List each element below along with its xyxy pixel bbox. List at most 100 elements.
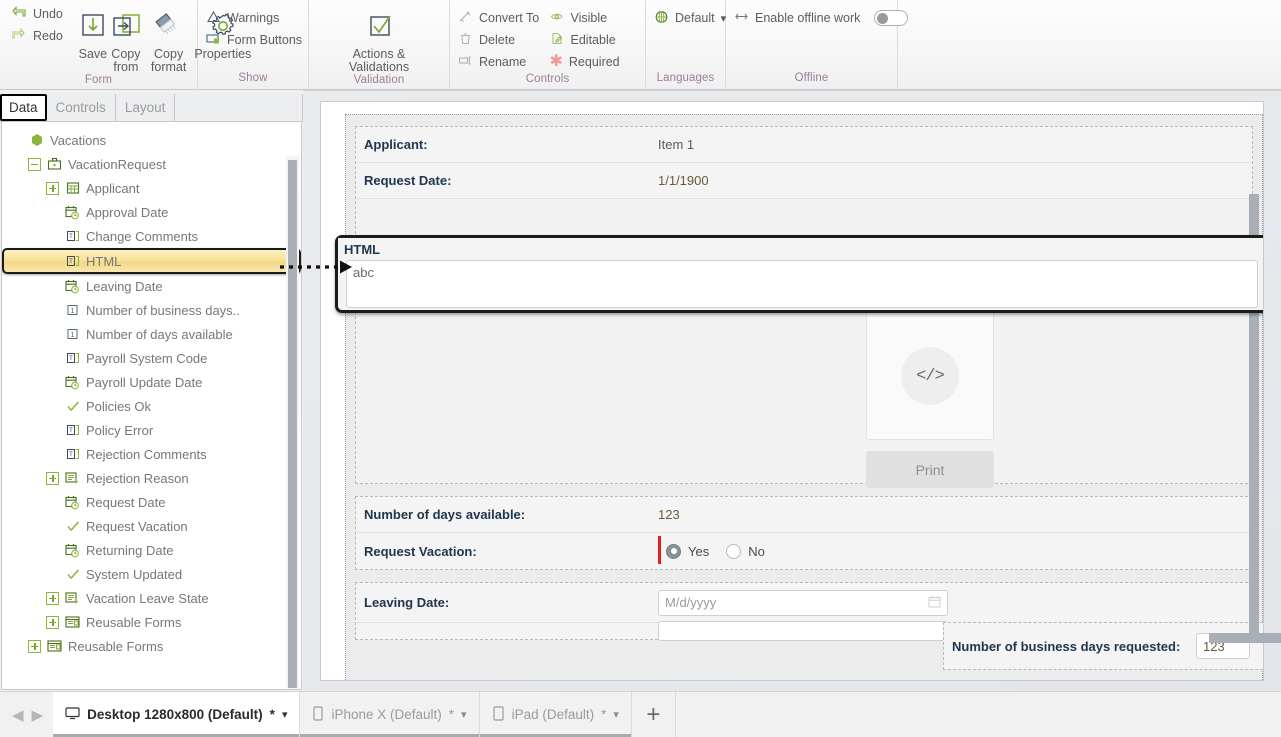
expand-icon[interactable] <box>46 181 59 195</box>
tree-item-label: Policies Ok <box>86 398 152 414</box>
calendar-icon[interactable] <box>928 595 941 611</box>
tab-controls[interactable]: Controls <box>47 94 116 121</box>
business-case-icon <box>46 156 63 172</box>
form-buttons-button[interactable]: Form Buttons <box>204 29 308 51</box>
tree-item-label: Reusable Forms <box>86 614 182 630</box>
enable-offline-work-label: Enable offline work <box>755 11 861 25</box>
radio-no[interactable] <box>726 543 742 559</box>
ribbon-group-show: Warnings Form Buttons Show <box>198 0 309 89</box>
expand-icon[interactable] <box>46 591 59 605</box>
actions-validations-button[interactable]: Actions & Validations <box>315 3 443 74</box>
canvas-hscroll-thumb[interactable] <box>1209 633 1281 643</box>
tree-item-policy-error[interactable]: T Policy Error <box>2 418 301 442</box>
tree-item-applicant[interactable]: Applicant <box>2 176 301 200</box>
copy-format-label: Copy format <box>150 47 187 74</box>
device-tab-ipad[interactable]: iPad (Default) * ▾ <box>478 692 632 737</box>
ribbon-group-show-title: Show <box>238 72 268 84</box>
ribbon-group-filler <box>898 0 1281 89</box>
copy-format-button[interactable]: Copy format <box>143 3 194 74</box>
applicant-value[interactable]: Item 1 <box>658 137 694 152</box>
datetime-icon <box>64 278 81 294</box>
tree-item-rejection-comments[interactable]: T Rejection Comments <box>2 442 301 466</box>
chevron-down-icon[interactable]: ▾ <box>282 708 288 721</box>
chevron-down-icon[interactable]: ▾ <box>613 708 619 721</box>
numeric-icon: 1 <box>64 326 81 342</box>
tree-item-vacations[interactable]: Vacations <box>2 128 301 152</box>
expand-icon[interactable] <box>46 471 59 485</box>
expand-icon[interactable] <box>28 639 41 653</box>
ribbon-group-languages-title: Languages <box>656 72 715 84</box>
globe-icon <box>654 10 669 27</box>
request-vacation-radio-group[interactable]: Yes No <box>658 535 775 564</box>
form-canvas: Applicant: Item 1 Request Date: 1/1/1900… <box>320 101 1264 681</box>
redo-button[interactable]: Redo <box>10 25 69 47</box>
tree-item-vacation-leave-state[interactable]: Vacation Leave State <box>2 586 301 610</box>
html-field-highlighted[interactable]: HTML abc <box>335 235 1263 313</box>
enable-offline-work-toggle-row[interactable]: Enable offline work <box>732 7 914 29</box>
device-tab-bar: ◀ ▶ Desktop 1280x800 (Default) * ▾ iPhon… <box>0 691 1281 737</box>
chevron-down-icon[interactable]: ▾ <box>461 708 467 721</box>
tree-item-leaving-date[interactable]: Leaving Date <box>2 274 301 298</box>
html-field-textarea[interactable]: abc <box>346 260 1258 308</box>
device-tab-desktop[interactable]: Desktop 1280x800 (Default) * ▾ <box>53 692 300 737</box>
visible-button[interactable]: Visible <box>548 7 640 29</box>
canvas-horizontal-scrollbar[interactable] <box>606 632 1281 645</box>
tree-item-approval-date[interactable]: Approval Date <box>2 200 301 224</box>
leaving-date-label: Leaving Date: <box>364 595 450 610</box>
warnings-button[interactable]: Warnings <box>204 7 308 29</box>
undo-button[interactable]: Undo <box>10 3 69 25</box>
tree-item-system-updated[interactable]: System Updated <box>2 562 301 586</box>
print-button[interactable]: Print <box>866 451 994 488</box>
tree-item-rejection-reason[interactable]: Rejection Reason <box>2 466 301 490</box>
data-tree[interactable]: Vacations VacationRequest Applicant Approva… <box>1 122 302 690</box>
tree-item-returning-date[interactable]: Returning Date <box>2 538 301 562</box>
leaving-date-input[interactable]: M/d/yyyy <box>658 589 948 616</box>
tree-item-vacationrequest[interactable]: VacationRequest <box>2 152 301 176</box>
boolean-check-icon <box>64 566 81 582</box>
warnings-label: Warnings <box>227 11 280 25</box>
tree-item-change-comments[interactable]: T Change Comments <box>2 224 301 248</box>
tree-item-html[interactable]: T HTML <box>2 248 301 274</box>
ribbon-group-controls-title: Controls <box>525 73 570 85</box>
rename-button[interactable]: Rename <box>456 51 548 73</box>
expand-icon[interactable] <box>46 615 59 629</box>
tree-item-reusable-forms[interactable]: Reusable Forms <box>2 610 301 634</box>
numeric-icon: 1 <box>64 302 81 318</box>
copy-from-button[interactable]: Copy from <box>109 3 143 74</box>
convert-to-button[interactable]: Convert To <box>456 7 548 29</box>
tree-item-reusable-forms[interactable]: Reusable Forms <box>2 634 301 658</box>
warning-triangle-icon <box>206 10 221 26</box>
tree-item-number-of-business-days[interactable]: 1 Number of business days.. <box>2 298 301 322</box>
radio-yes[interactable] <box>666 543 681 559</box>
form-row-leaving-date: Leaving Date: M/d/yyyy <box>356 583 1252 623</box>
tab-layout[interactable]: Layout <box>116 94 176 121</box>
checkbox-check-icon <box>363 7 395 47</box>
request-date-value[interactable]: 1/1/1900 <box>658 173 709 188</box>
tree-item-payroll-update-date[interactable]: Payroll Update Date <box>2 370 301 394</box>
text-field-icon: T <box>64 253 81 269</box>
days-available-value[interactable]: 123 <box>658 507 680 522</box>
device-tab-iphone[interactable]: iPhone X (Default) * ▾ <box>299 692 479 737</box>
tree-item-request-vacation[interactable]: Request Vacation <box>2 514 301 538</box>
prev-tab-arrow[interactable]: ◀ <box>12 706 24 724</box>
collapse-icon[interactable] <box>28 157 41 171</box>
tree-item-number-of-days-available[interactable]: 1 Number of days available <box>2 322 301 346</box>
save-button[interactable]: Save <box>77 3 109 61</box>
device-tab-ipad-label: iPad (Default) <box>511 707 595 722</box>
ribbon-group-offline: Enable offline work Offline <box>726 0 909 89</box>
next-tab-arrow[interactable]: ▶ <box>32 706 44 724</box>
tree-item-payroll-system-code[interactable]: T Payroll System Code <box>2 346 301 370</box>
required-button[interactable]: ✱ Required <box>548 51 640 73</box>
tree-item-request-date[interactable]: Request Date <box>2 490 301 514</box>
language-default-dropdown[interactable]: Default ▾ <box>652 7 732 29</box>
tree-scrollbar-thumb[interactable] <box>288 160 297 688</box>
ribbon-group-validation: Actions & Validations Validation <box>309 0 450 89</box>
editable-button[interactable]: Editable <box>548 29 640 51</box>
tree-item-policies-ok[interactable]: Policies Ok <box>2 394 301 418</box>
device-tab-desktop-modified: * <box>269 707 275 722</box>
reusable-form-icon <box>46 638 63 654</box>
tree-vertical-scrollbar[interactable] <box>286 156 299 689</box>
add-device-tab-button[interactable]: + <box>630 692 675 737</box>
tab-data[interactable]: Data <box>0 94 47 121</box>
delete-button[interactable]: Delete <box>456 29 548 51</box>
